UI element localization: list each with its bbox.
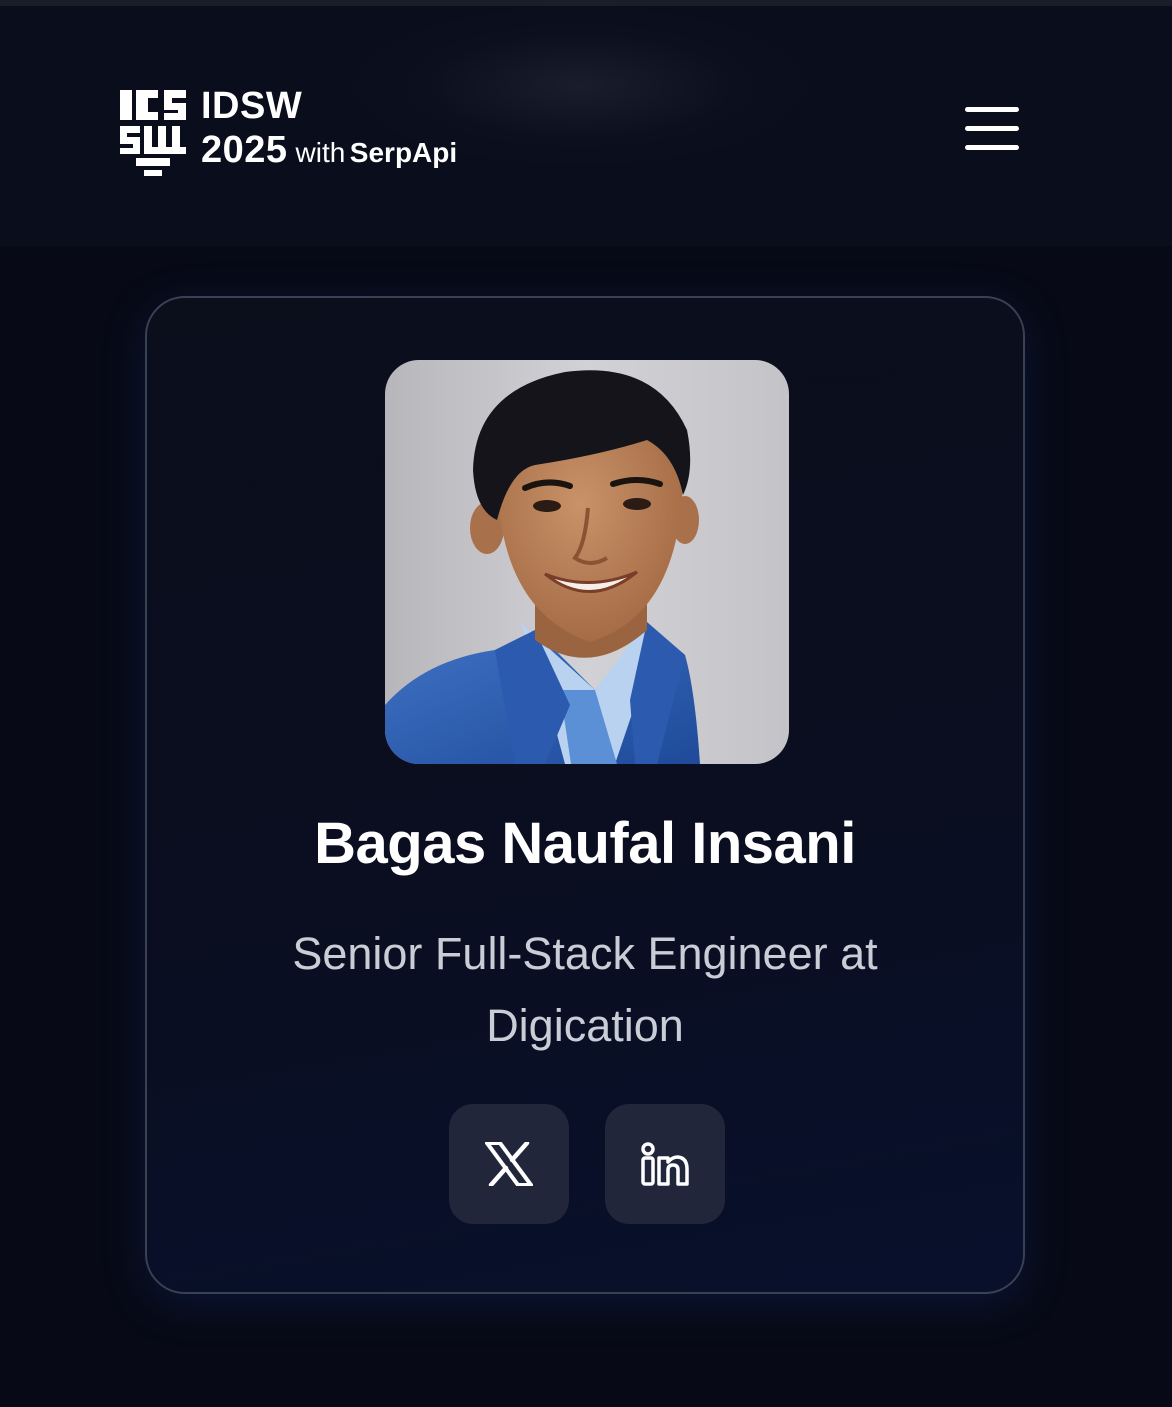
site-header: IDSW 2025 with SerpApi [0, 6, 1172, 246]
speaker-name: Bagas Naufal Insani [314, 811, 856, 876]
site-logo[interactable]: IDSW 2025 with SerpApi [120, 87, 457, 178]
hamburger-menu-icon[interactable] [962, 106, 1022, 158]
idsw-logo-mark-icon [120, 90, 186, 176]
logo-year: 2025 [201, 129, 288, 171]
speaker-photo [385, 360, 789, 764]
speaker-card: Bagas Naufal Insani Senior Full-Stack En… [145, 296, 1025, 1294]
logo-title: IDSW [201, 85, 303, 127]
linkedin-profile-button[interactable] [605, 1104, 725, 1224]
x-icon [485, 1142, 533, 1186]
x-profile-button[interactable] [449, 1104, 569, 1224]
logo-with: with [295, 137, 346, 168]
speaker-role: Senior Full-Stack Engineer at Digication [147, 918, 1023, 1062]
linkedin-icon [641, 1142, 689, 1186]
logo-subtitle: 2025 with SerpApi [201, 131, 457, 169]
logo-partner: SerpApi [349, 137, 458, 168]
speaker-company: Digication [486, 1000, 684, 1051]
logo-wordmark: IDSW 2025 with SerpApi [201, 87, 457, 169]
speaker-role-line1: Senior Full-Stack Engineer at [292, 928, 878, 979]
